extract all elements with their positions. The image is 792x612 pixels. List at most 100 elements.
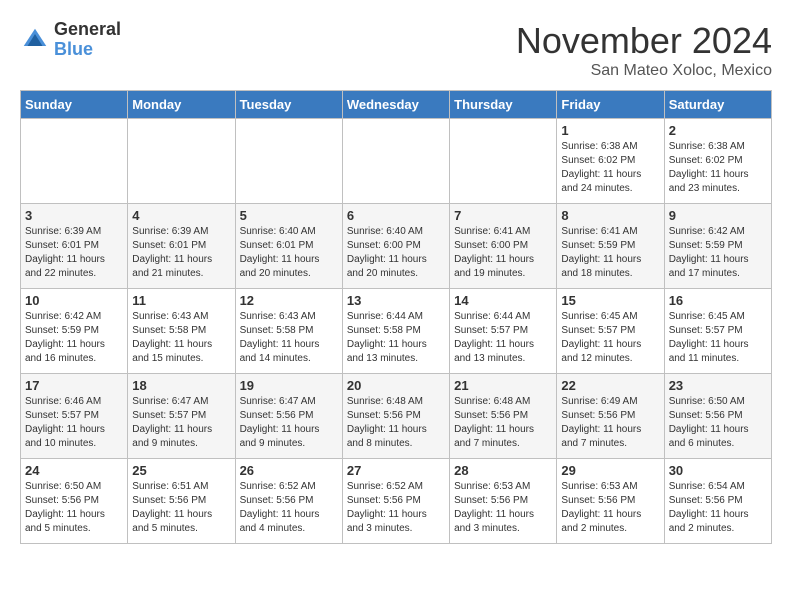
table-row — [21, 119, 128, 204]
table-row: 21 Sunrise: 6:48 AM Sunset: 5:56 PM Dayligh… — [450, 374, 557, 459]
day-info: Sunrise: 6:40 AMSunset: 6:00 PMDaylight:… — [347, 225, 445, 281]
day-detail: Daylight: 11 hours and 15 minutes. — [132, 339, 212, 364]
day-number: 4 — [132, 208, 230, 223]
day-detail: Sunset: 5:56 PM — [669, 495, 743, 506]
month-title: November 2024 — [516, 20, 772, 62]
day-number: 27 — [347, 463, 445, 478]
calendar-week-4: 24Sunrise: 6:50 AMSunset: 5:56 PMDayligh… — [21, 459, 772, 544]
day-detail: Daylight: 11 hours and 24 minutes. — [561, 169, 641, 194]
day-detail: Sunset: 5:56 PM — [561, 495, 635, 506]
day-detail: Daylight: 11 hours and 13 minutes. — [454, 339, 534, 364]
table-row: 24Sunrise: 6:50 AMSunset: 5:56 PMDayligh… — [21, 459, 128, 544]
table-row: 25Sunrise: 6:51 AMSunset: 5:56 PMDayligh… — [128, 459, 235, 544]
day-detail: Sunset: 5:56 PM — [240, 495, 314, 506]
day-number: 21 — [454, 378, 552, 393]
logo: General Blue — [20, 20, 121, 60]
table-row: 23Sunrise: 6:50 AMSunset: 5:56 PMDayligh… — [664, 374, 771, 459]
col-saturday: Saturday — [664, 91, 771, 119]
day-detail: Sunset: 6:02 PM — [669, 155, 743, 166]
day-number: 14 — [454, 293, 552, 308]
day-detail: Sunset: 5:57 PM — [669, 325, 743, 336]
day-detail: Sunrise: 6:45 AM — [669, 311, 745, 322]
table-row: 22Sunrise: 6:49 AMSunset: 5:56 PMDayligh… — [557, 374, 664, 459]
day-detail: Daylight: 11 hours and 7 minutes. — [454, 424, 534, 449]
table-row: 26Sunrise: 6:52 AMSunset: 5:56 PMDayligh… — [235, 459, 342, 544]
day-number: 13 — [347, 293, 445, 308]
table-row: 19Sunrise: 6:47 AMSunset: 5:56 PMDayligh… — [235, 374, 342, 459]
table-row: 2Sunrise: 6:38 AMSunset: 6:02 PMDaylight… — [664, 119, 771, 204]
day-detail: Daylight: 11 hours and 8 minutes. — [347, 424, 427, 449]
day-detail: Daylight: 11 hours and 16 minutes. — [25, 339, 105, 364]
day-number: 3 — [25, 208, 123, 223]
location-title: San Mateo Xoloc, Mexico — [516, 62, 772, 80]
col-friday: Friday — [557, 91, 664, 119]
day-detail: Sunset: 6:01 PM — [240, 240, 314, 251]
day-number: 25 — [132, 463, 230, 478]
day-detail: Sunrise: 6:41 AM — [454, 226, 530, 237]
day-detail: Sunrise: 6:53 AM — [454, 481, 530, 492]
day-info: Sunrise: 6:43 AMSunset: 5:58 PMDaylight:… — [240, 310, 338, 366]
day-number: 6 — [347, 208, 445, 223]
calendar-week-1: 3Sunrise: 6:39 AMSunset: 6:01 PMDaylight… — [21, 204, 772, 289]
day-info: Sunrise: 6:45 AMSunset: 5:57 PMDaylight:… — [669, 310, 767, 366]
day-info: Sunrise: 6:48 AMSunset: 5:56 PMDaylight:… — [347, 395, 445, 451]
day-detail: Daylight: 11 hours and 18 minutes. — [561, 254, 641, 279]
table-row: 7Sunrise: 6:41 AMSunset: 6:00 PMDaylight… — [450, 204, 557, 289]
day-detail: Sunrise: 6:42 AM — [25, 311, 101, 322]
day-detail: Daylight: 11 hours and 22 minutes. — [25, 254, 105, 279]
day-number: 24 — [25, 463, 123, 478]
calendar-table: Sunday Monday Tuesday Wednesday Thursday… — [20, 90, 772, 544]
day-number: 20 — [347, 378, 445, 393]
day-detail: Sunrise: 6:47 AM — [240, 396, 316, 407]
day-detail: Sunrise: 6:38 AM — [561, 141, 637, 152]
day-info: Sunrise: 6:42 AM Sunset: 5:59 PM Daylight:… — [25, 310, 123, 366]
day-info: Sunrise: 6:40 AMSunset: 6:01 PMDaylight:… — [240, 225, 338, 281]
day-detail: Sunrise: 6:52 AM — [347, 481, 423, 492]
day-number: 2 — [669, 123, 767, 138]
table-row: 30 Sunrise: 6:54 AM Sunset: 5:56 PM Dayligh… — [664, 459, 771, 544]
day-detail: Daylight: 11 hours and 23 minutes. — [669, 169, 749, 194]
table-row: 11Sunrise: 6:43 AMSunset: 5:58 PMDayligh… — [128, 289, 235, 374]
day-detail: Sunset: 5:57 PM — [25, 410, 99, 421]
day-detail: Sunset: 5:59 PM — [669, 240, 743, 251]
table-row: 20 Sunrise: 6:48 AMSunset: 5:56 PMDayligh… — [342, 374, 449, 459]
day-detail: Sunset: 5:59 PM — [25, 325, 99, 336]
col-sunday: Sunday — [21, 91, 128, 119]
day-detail: Daylight: 11 hours and 6 minutes. — [669, 424, 749, 449]
col-thursday: Thursday — [450, 91, 557, 119]
day-detail: Sunrise: 6:51 AM — [132, 481, 208, 492]
day-detail: Sunset: 5:56 PM — [454, 495, 528, 506]
day-info: Sunrise: 6:53 AMSunset: 5:56 PMDaylight:… — [561, 480, 659, 536]
day-detail: Sunrise: 6:54 AM — [669, 481, 745, 492]
day-info: Sunrise: 6:52 AMSunset: 5:56 PMDaylight:… — [347, 480, 445, 536]
day-info: Sunrise: 6:38 AMSunset: 6:02 PMDaylight:… — [561, 140, 659, 196]
day-number: 30 — [669, 463, 767, 478]
day-info: Sunrise: 6:48 AM Sunset: 5:56 PM Daylight:… — [454, 395, 552, 451]
table-row: 4Sunrise: 6:39 AMSunset: 6:01 PMDaylight… — [128, 204, 235, 289]
day-detail: Daylight: 11 hours and 3 minutes. — [347, 509, 427, 534]
table-row: 8Sunrise: 6:41 AMSunset: 5:59 PMDaylight… — [557, 204, 664, 289]
day-detail: Sunset: 5:56 PM — [561, 410, 635, 421]
calendar-header: Sunday Monday Tuesday Wednesday Thursday… — [21, 91, 772, 119]
day-info: Sunrise: 6:50 AMSunset: 5:56 PMDaylight:… — [669, 395, 767, 451]
day-detail: Sunrise: 6:43 AM — [132, 311, 208, 322]
day-info: Sunrise: 6:41 AMSunset: 5:59 PMDaylight:… — [561, 225, 659, 281]
day-detail: Daylight: 11 hours and 5 minutes. — [132, 509, 212, 534]
day-detail: Sunset: 5:56 PM — [454, 410, 528, 421]
table-row: 15Sunrise: 6:45 AMSunset: 5:57 PMDayligh… — [557, 289, 664, 374]
table-row: 29Sunrise: 6:53 AMSunset: 5:56 PMDayligh… — [557, 459, 664, 544]
day-number: 11 — [132, 293, 230, 308]
day-detail: Sunrise: 6:43 AM — [240, 311, 316, 322]
day-number: 19 — [240, 378, 338, 393]
day-detail: Sunset: 5:57 PM — [561, 325, 635, 336]
day-detail: Sunrise: 6:48 AM — [454, 396, 530, 407]
day-detail: Daylight: 11 hours and 17 minutes. — [669, 254, 749, 279]
day-detail: Daylight: 11 hours and 2 minutes. — [669, 509, 749, 534]
logo-icon — [20, 25, 50, 55]
col-tuesday: Tuesday — [235, 91, 342, 119]
day-detail: Daylight: 11 hours and 4 minutes. — [240, 509, 320, 534]
page-header: General Blue November 2024 San Mateo Xol… — [20, 20, 772, 80]
day-detail: Daylight: 11 hours and 9 minutes. — [240, 424, 320, 449]
header-row: Sunday Monday Tuesday Wednesday Thursday… — [21, 91, 772, 119]
day-info: Sunrise: 6:41 AMSunset: 6:00 PMDaylight:… — [454, 225, 552, 281]
